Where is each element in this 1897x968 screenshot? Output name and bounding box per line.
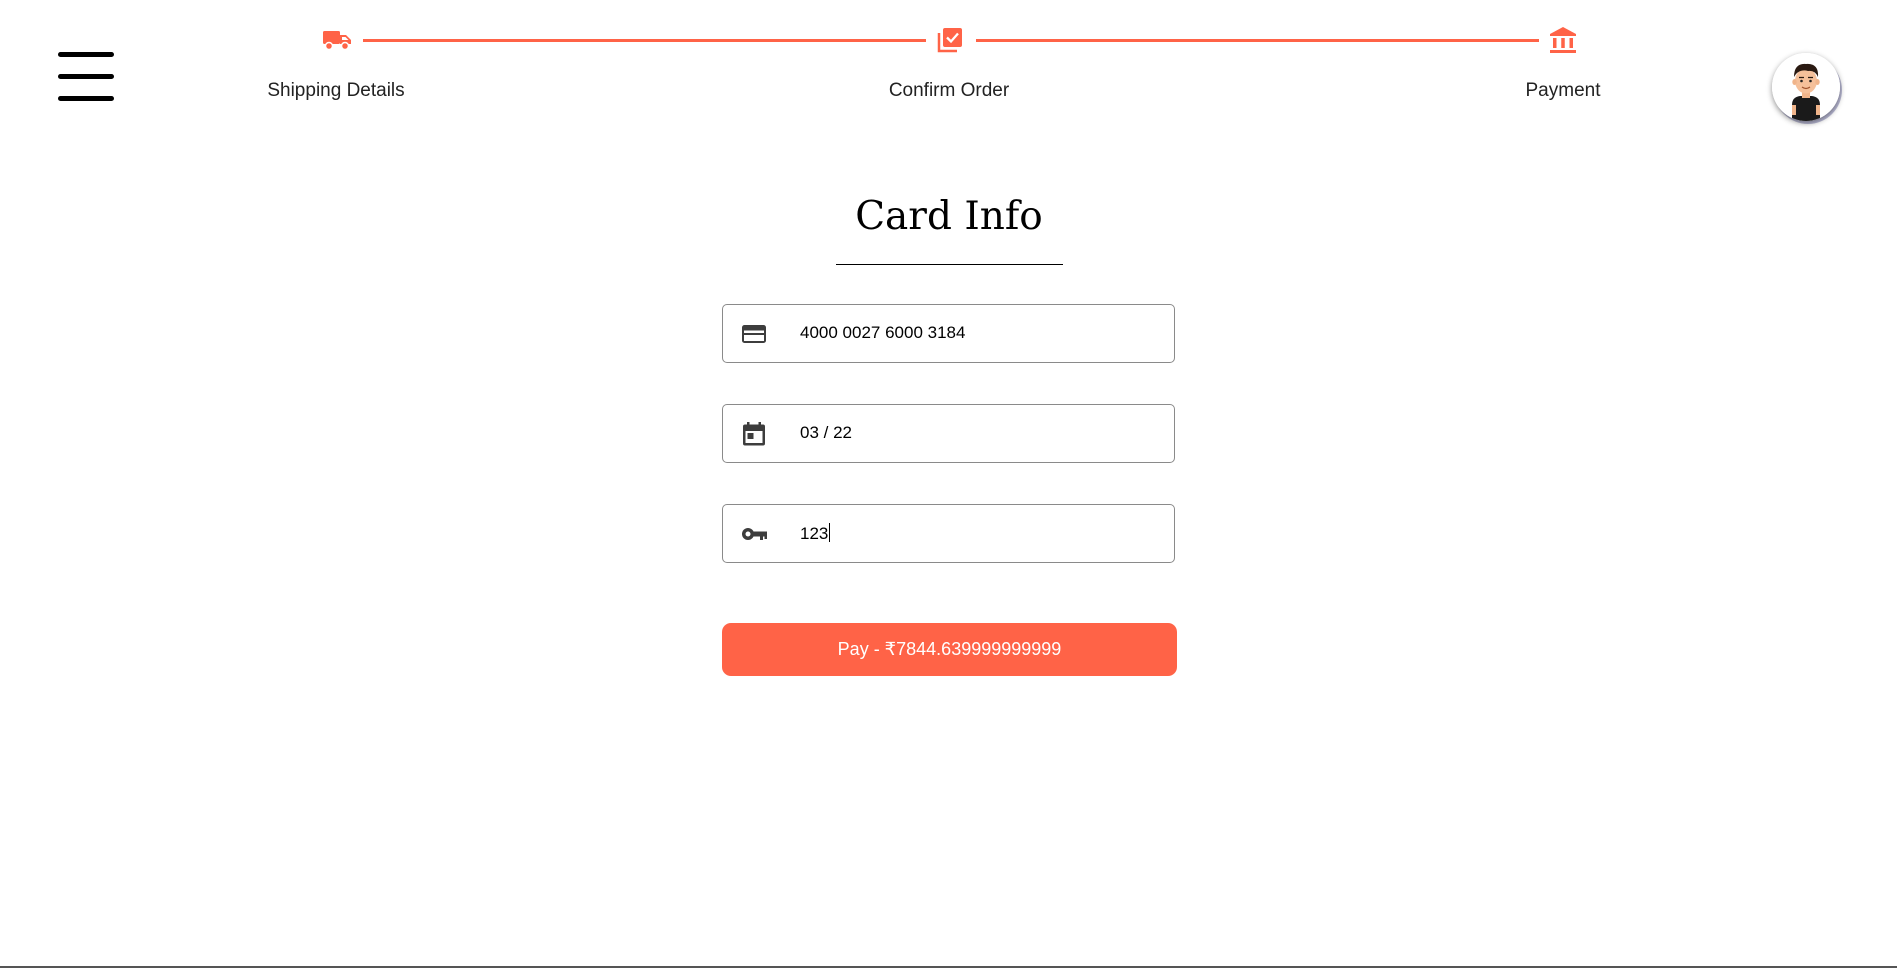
user-avatar[interactable]	[1772, 53, 1840, 121]
step-label-shipping: Shipping Details	[267, 80, 405, 101]
expiry-date-value: 03 / 22	[800, 423, 852, 442]
checkout-stepper: Shipping Details Confirm Order Payment	[0, 0, 1897, 110]
step-connector	[976, 39, 1539, 42]
text-caret	[829, 523, 831, 542]
truck-icon	[320, 24, 354, 56]
cvc-value-wrapper: 123	[800, 523, 831, 544]
payment-page: Shipping Details Confirm Order Payment C…	[0, 0, 1897, 968]
title-underline	[836, 264, 1063, 265]
cvc-field[interactable]: 123	[722, 504, 1175, 563]
step-label-confirm: Confirm Order	[888, 80, 1010, 101]
page-title: Card Info	[855, 194, 1043, 239]
card-number-value: 4000 0027 6000 3184	[800, 323, 966, 342]
step-connector	[363, 39, 926, 42]
card-number-field[interactable]: 4000 0027 6000 3184	[722, 304, 1175, 363]
expiry-date-field[interactable]: 03 / 22	[722, 404, 1175, 463]
cvc-value: 123	[800, 524, 829, 543]
calendar-icon	[741, 421, 767, 447]
library-add-check-icon	[933, 24, 967, 56]
pay-button[interactable]: Pay - ₹7844.639999999999	[722, 623, 1177, 676]
credit-card-icon	[741, 321, 767, 347]
bank-icon	[1546, 24, 1580, 56]
step-label-payment: Payment	[1525, 80, 1601, 101]
key-icon	[741, 521, 767, 547]
